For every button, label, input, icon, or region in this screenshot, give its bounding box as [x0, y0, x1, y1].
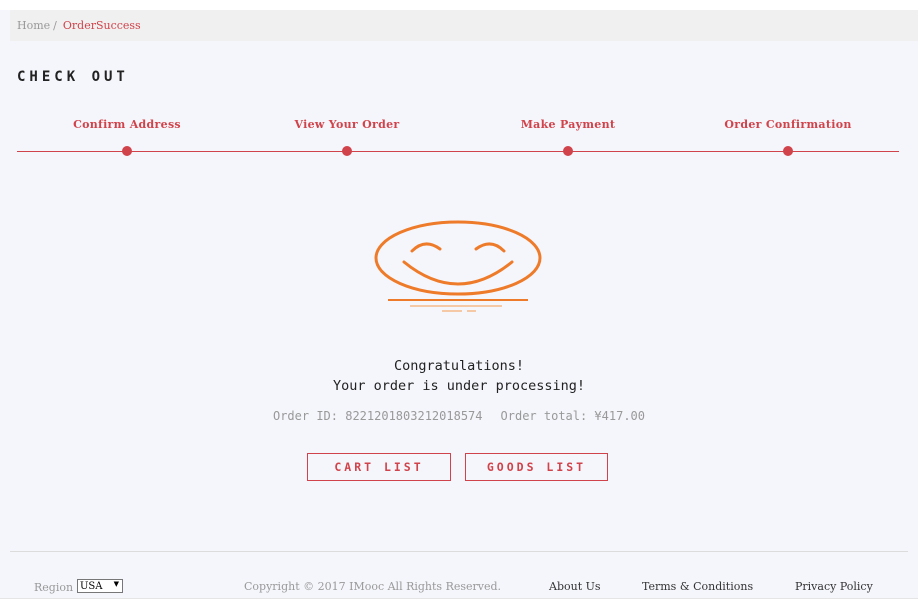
congratulations-text: Congratulations!: [393, 358, 525, 374]
order-total: Order total: ¥417.00: [500, 409, 646, 423]
step-label: Make Payment: [520, 118, 616, 131]
step-dot: [122, 146, 132, 156]
order-info: Order ID: 8221201803212018574 Order total…: [0, 409, 918, 423]
checkout-steps: Confirm Address View Your Order Make Pay…: [17, 118, 899, 158]
footer-divider: [10, 551, 908, 552]
page-title: CHECK OUT: [17, 69, 129, 85]
top-strip: [0, 0, 918, 10]
step-order-confirmation: Order Confirmation: [698, 118, 878, 156]
breadcrumb-separator: /: [53, 19, 57, 32]
step-dot: [342, 146, 352, 156]
order-processing-text: Your order is under processing!: [333, 378, 585, 394]
dropdown-arrow-icon: ▼: [113, 580, 119, 588]
step-confirm-address: Confirm Address: [37, 118, 217, 156]
step-label: Confirm Address: [73, 118, 181, 131]
step-dot: [783, 146, 793, 156]
breadcrumb-current: OrderSuccess: [62, 19, 141, 32]
order-id: Order ID: 8221201803212018574: [272, 409, 483, 423]
region-select[interactable]: USA ▼: [77, 579, 123, 593]
terms-link[interactable]: Terms & Conditions: [642, 580, 753, 593]
breadcrumb: Home / OrderSuccess: [10, 10, 918, 41]
footer: Region USA ▼ Copyright © 2017 IMooc All …: [0, 578, 918, 598]
cart-list-button[interactable]: CART LIST: [307, 453, 451, 481]
page: Home / OrderSuccess CHECK OUT Confirm Ad…: [0, 0, 918, 604]
privacy-policy-link[interactable]: Privacy Policy: [795, 580, 873, 593]
copyright-text: Copyright © 2017 IMooc All Rights Reserv…: [244, 580, 502, 593]
step-view-order: View Your Order: [257, 118, 437, 156]
step-label: View Your Order: [294, 118, 400, 131]
smile-icon: [374, 220, 542, 312]
region-label: Region: [34, 581, 74, 594]
step-make-payment: Make Payment: [478, 118, 658, 156]
region-value: USA: [80, 580, 103, 592]
bottom-strip: [0, 598, 918, 604]
about-us-link[interactable]: About Us: [549, 580, 601, 593]
goods-list-button[interactable]: GOODS LIST: [465, 453, 608, 481]
steps-progress-line: [17, 151, 899, 152]
breadcrumb-home-link[interactable]: Home: [17, 19, 50, 32]
step-label: Order Confirmation: [724, 118, 852, 131]
step-dot: [563, 146, 573, 156]
